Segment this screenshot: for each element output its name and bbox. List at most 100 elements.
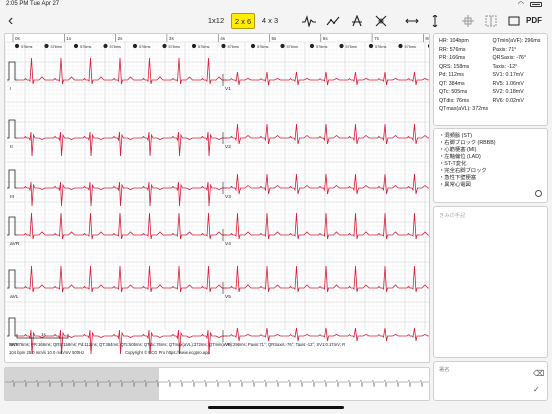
lead-label-aVL: aVL	[10, 294, 19, 300]
lead-label-V5: V5	[225, 294, 231, 300]
circle-toggle-icon[interactable]	[535, 190, 542, 197]
crop-icon[interactable]	[507, 15, 521, 27]
beat-marker-dot[interactable]	[44, 43, 49, 49]
lead-label-V4: V4	[225, 241, 231, 247]
memo-field[interactable]: きみの手記	[433, 206, 548, 358]
pdf-button[interactable]: PDF	[526, 13, 542, 29]
calibration-pulse	[7, 317, 17, 337]
ecg-trace-II[interactable]	[17, 131, 228, 157]
diagnosis-item: ・洞頻脈 (ST)	[439, 133, 472, 139]
measurement-right-7: RV6: 0.02mV	[492, 97, 524, 104]
lead-label-II: II	[10, 144, 13, 150]
ecg-footer-settings: 104 bpm 25.0 mm/s 10.0 mm/mV 500Hz	[9, 350, 84, 355]
interval-label: 576ms	[287, 45, 298, 49]
vertical-resize-icon[interactable]	[428, 15, 442, 27]
measurement-right-0: QTmin(aVF): 296ms	[492, 38, 541, 44]
horizontal-resize-icon[interactable]	[405, 15, 419, 27]
layout-4x3-button[interactable]: 4 x 3	[258, 13, 282, 29]
rhythm-selection-window[interactable]	[5, 368, 159, 401]
beat-marker-dot[interactable]	[368, 43, 374, 49]
ecg-footer-measurements: RR:576ms; PR:166ms; QRS:158ms; Pd:112ms;…	[9, 342, 345, 347]
line-chart-icon[interactable]	[326, 15, 340, 27]
measurement-left-5: QT: 384ms	[439, 80, 465, 87]
measurement-right-4: SV1: 0.17mV	[492, 72, 524, 78]
calibration-pulse	[7, 169, 17, 189]
chevron-left-icon[interactable]: ‹	[8, 13, 22, 29]
measurement-right-3: Taxis: -12°	[492, 63, 518, 70]
ecg-panel[interactable]: 0s 1s 2s 3s 4s 5s 6s 7s 8s 576ms 576ms 576ms 576ms 57…	[4, 33, 430, 363]
measurement-left-4: Pd: 112ms	[439, 72, 464, 78]
diagnosis-item: ・完全右脚ブロック	[439, 168, 487, 174]
interval-label: 576ms	[405, 45, 416, 49]
diagnosis-item: ・急性下壁梗塞	[439, 175, 477, 181]
beat-marker-dot[interactable]	[221, 43, 226, 49]
beat-marker-dot[interactable]	[132, 43, 138, 49]
beat-marker-dot[interactable]	[398, 43, 403, 49]
measurement-left-8: QTmax(aVL): 372ms	[439, 106, 489, 112]
cross-icon[interactable]	[374, 15, 388, 27]
time-marker-label: 4s	[220, 36, 226, 41]
measurement-left-2: PR: 166ms	[439, 55, 466, 61]
time-marker-label: 8s	[425, 36, 430, 41]
interval-label: 576ms	[228, 45, 239, 49]
beat-marker-dot[interactable]	[309, 43, 315, 49]
calibration-pulse	[7, 61, 17, 81]
interval-label: 576ms	[139, 45, 150, 49]
measurement-left-7: QTdis: 76ms	[439, 97, 470, 104]
time-marker-label: 7s	[374, 36, 380, 41]
interval-label: 576ms	[375, 45, 386, 49]
a-measure-icon[interactable]	[350, 15, 364, 27]
calibration-pulse	[7, 269, 17, 289]
diagnosis-item: ・左軸偏位 (LAD)	[439, 154, 481, 160]
rhythm-strip[interactable]	[5, 368, 430, 401]
beat-marker-dot[interactable]	[339, 43, 344, 49]
beat-marker-dot[interactable]	[162, 43, 167, 49]
status-date: Tue Apr 27	[30, 1, 60, 7]
lead-label-V3: V3	[225, 194, 231, 200]
lead-label-V1: V1	[225, 86, 231, 92]
measurement-right-1: Paxis: 71°	[492, 46, 517, 53]
measurement-left-0: HR: 104bpm	[439, 38, 469, 44]
beat-marker-dot[interactable]	[427, 44, 430, 48]
beat-marker-dot[interactable]	[191, 43, 197, 49]
diagnosis-panel: ・洞頻脈 (ST) ・右脚ブロック (RBBB) ・心筋梗塞 (MI) ・左軸偏位 (…	[433, 128, 548, 203]
layout-2x6-button[interactable]: 2 x 6	[231, 13, 255, 29]
lead-label-V2: V2	[225, 144, 231, 150]
wave-icon[interactable]	[302, 15, 316, 27]
signature-panel[interactable]: 署名 ⌫ ✓	[433, 361, 548, 401]
interval-label: 576ms	[51, 45, 62, 49]
battery-icon	[530, 2, 542, 7]
rhythm-strip-panel[interactable]	[4, 367, 430, 401]
diagnosis-item: ・ST-T変化	[439, 161, 467, 167]
measurement-left-1: RR: 576ms	[439, 46, 466, 53]
layout-1x12-button[interactable]: 1x12	[204, 13, 228, 29]
signature-label: 署名	[439, 367, 450, 373]
beat-marker-dot[interactable]	[73, 43, 79, 49]
interval-label: 576ms	[316, 45, 327, 49]
time-marker-label: 5s	[272, 36, 278, 41]
ecg-trace-V3[interactable]	[223, 173, 430, 195]
lead-label-I: I	[10, 86, 11, 92]
diagnosis-item: ・心筋梗塞 (MI)	[439, 147, 477, 153]
beat-marker-dot[interactable]	[14, 43, 20, 49]
home-indicator	[208, 406, 344, 409]
lead-label-III: III	[10, 194, 14, 200]
beat-marker-dot[interactable]	[280, 43, 285, 49]
time-marker-label: 1s	[66, 36, 72, 41]
interval-label: 576ms	[110, 45, 121, 49]
interval-label: 576ms	[21, 45, 32, 49]
ecg-chart[interactable]: 0s 1s 2s 3s 4s 5s 6s 7s 8s 576ms 576ms 576ms 576ms 57…	[5, 34, 430, 363]
crosshair-icon[interactable]	[461, 15, 475, 27]
beat-marker-dot[interactable]	[250, 43, 256, 49]
measurement-left-3: QRS: 158ms	[439, 63, 470, 70]
interval-label: 576ms	[346, 45, 357, 49]
interval-label: 576ms	[198, 45, 209, 49]
memo-placeholder: きみの手記	[439, 213, 466, 219]
eraser-icon[interactable]: ⌫	[533, 370, 544, 378]
selection-frame-icon[interactable]	[484, 15, 498, 27]
measurement-right-8	[493, 106, 543, 113]
time-marker-label: 0s	[15, 36, 21, 41]
beat-marker-dot[interactable]	[103, 43, 108, 49]
checkmark-icon[interactable]: ✓	[533, 386, 541, 394]
measurement-left-6: QTc: 505ms	[439, 89, 468, 95]
